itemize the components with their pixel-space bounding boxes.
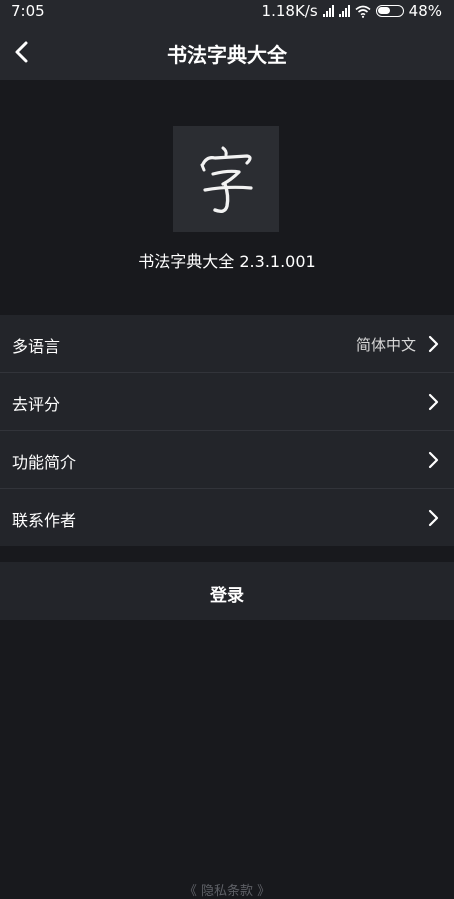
signal-icon [322,5,334,17]
network-speed: 1.18K/s [261,2,318,20]
app-logo [173,126,279,232]
battery-icon [375,5,404,17]
battery-percent: 48% [408,2,442,20]
language-value: 简体中文 [355,336,416,354]
menu-item-label: 去评分 [12,395,61,414]
menu-item-features[interactable]: 功能简介 [0,431,454,489]
app-logo-glyph [200,146,253,214]
status-indicators: 1.18K/s 48% [262,2,442,20]
menu-item-label: 功能简介 [12,453,77,472]
chevron-right-icon [428,393,439,411]
menu-item-rate[interactable]: 去评分 [0,373,454,431]
signal-icon-2 [338,5,350,17]
status-time: 7:05 [11,2,45,20]
wifi-icon [355,5,371,18]
chevron-right-icon [428,451,439,469]
page-title: 书法字典大全 [167,43,287,67]
chevron-right-icon [428,509,439,527]
app-version: 书法字典大全 2.3.1.001 [138,252,316,271]
menu-item-contact-author[interactable]: 联系作者 [0,489,454,546]
privacy-policy-link[interactable]: 《 隐私条款 》 [0,880,454,899]
menu-item-label: 多语言 [12,337,61,356]
chevron-right-icon [428,335,439,353]
menu-item-label: 联系作者 [12,511,77,530]
status-bar: 7:05 1.18K/s 48% [0,0,454,24]
menu-item-language[interactable]: 多语言 简体中文 [0,315,454,373]
settings-menu: 多语言 简体中文 去评分 功能简介 联系作者 [0,315,454,546]
login-button[interactable]: 登录 [0,562,454,620]
login-label: 登录 [210,586,244,606]
nav-bar: 书法字典大全 [0,24,454,80]
